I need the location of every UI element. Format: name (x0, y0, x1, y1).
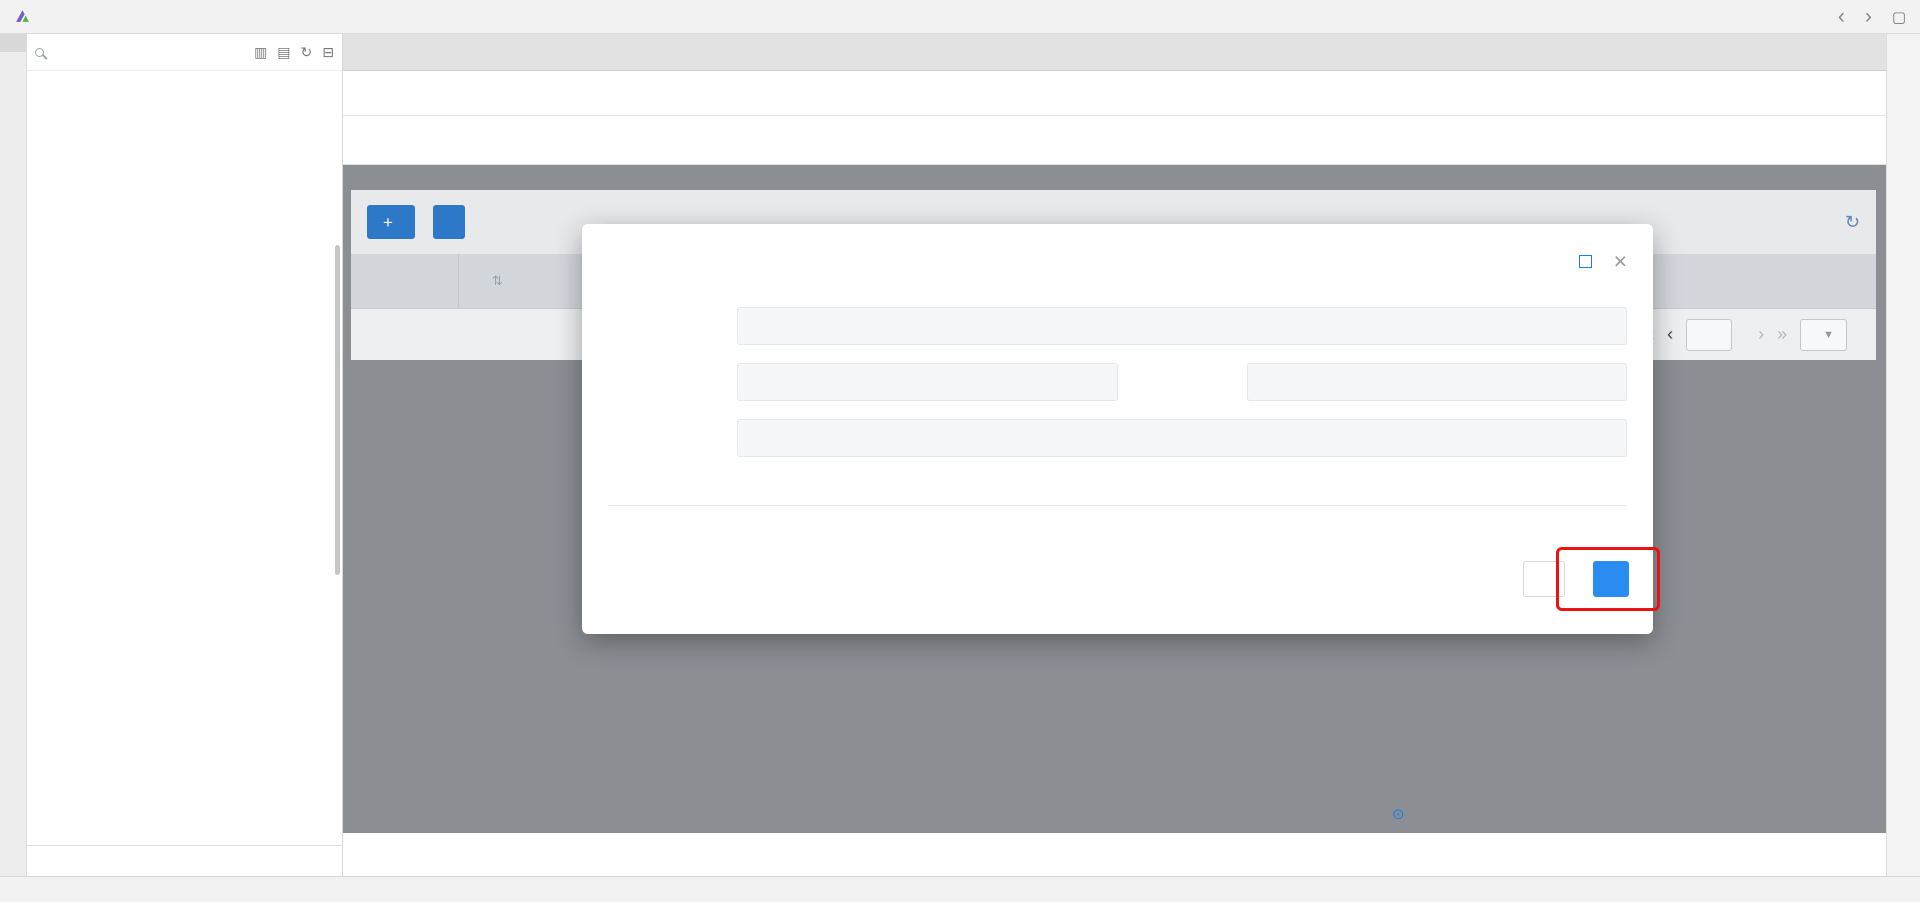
refresh-tree-icon[interactable] (301, 44, 313, 61)
search-box (35, 44, 246, 60)
sidebar-bottom-tabs (27, 845, 342, 876)
page-prev-icon[interactable]: ‹ (1667, 324, 1673, 345)
device-bar (343, 116, 1886, 165)
nav-back-icon[interactable]: ‹ (1838, 6, 1845, 27)
resource-sidebar (27, 34, 343, 876)
right-rail (1886, 34, 1920, 876)
editor-tabbar (343, 34, 1886, 71)
collapse-folder-icon[interactable] (277, 44, 290, 61)
app-logo-icon (14, 8, 31, 25)
plus-icon: + (383, 214, 393, 231)
page-size-select[interactable]: ▼ (1800, 319, 1847, 351)
field-gender (1118, 363, 1628, 401)
modal-footer (582, 561, 1653, 634)
search-icon (35, 48, 44, 57)
add-button[interactable]: + (367, 205, 415, 239)
chevron-down-icon: ▼ (1823, 329, 1834, 341)
age-input[interactable] (737, 363, 1118, 401)
modal-body (582, 273, 1653, 506)
eye-icon (1392, 805, 1405, 823)
field-name (608, 307, 1627, 345)
left-rail (0, 34, 27, 876)
close-icon[interactable]: × (1614, 250, 1627, 273)
bottom-strip (343, 833, 1886, 876)
view-record-modal: × (582, 224, 1653, 634)
sort-icon[interactable]: ⇅ (492, 273, 503, 289)
nav-forward-icon[interactable]: › (1865, 6, 1872, 27)
rail-tab-resources[interactable] (0, 34, 26, 52)
field-approver (608, 419, 1627, 457)
page-current-input[interactable] (1686, 319, 1732, 351)
annotation-highlight (1556, 547, 1660, 611)
search-input[interactable] (51, 44, 246, 60)
field-age (608, 363, 1118, 401)
approver-input[interactable] (737, 419, 1627, 457)
view-api-link[interactable] (1392, 805, 1411, 823)
resource-tree (27, 71, 342, 845)
column-header-index (351, 254, 459, 308)
window-controls: ‹ › ▢ (1838, 6, 1906, 27)
primeton-ide-app: ‹ › ▢ (0, 0, 1920, 902)
view-header (343, 71, 1886, 116)
expand-icon[interactable] (1579, 255, 1592, 268)
page-last-icon[interactable]: » (1777, 324, 1787, 345)
sidebar-search-row (27, 34, 342, 71)
locate-file-icon[interactable] (254, 44, 267, 61)
modal-header: × (582, 224, 1653, 273)
name-input[interactable] (737, 307, 1627, 345)
page-next-icon[interactable]: › (1758, 324, 1764, 345)
titlebar: ‹ › ▢ (0, 0, 1920, 34)
gender-input[interactable] (1247, 363, 1628, 401)
statusbar (0, 876, 1920, 902)
sidebar-toolbar (254, 44, 334, 61)
export-button[interactable] (433, 205, 465, 239)
restore-window-icon[interactable]: ▢ (1892, 8, 1906, 26)
collapse-all-icon[interactable] (322, 44, 334, 61)
table-refresh-icon[interactable] (1845, 212, 1860, 233)
modal-divider (608, 505, 1627, 506)
sidebar-scrollbar[interactable] (335, 245, 340, 575)
